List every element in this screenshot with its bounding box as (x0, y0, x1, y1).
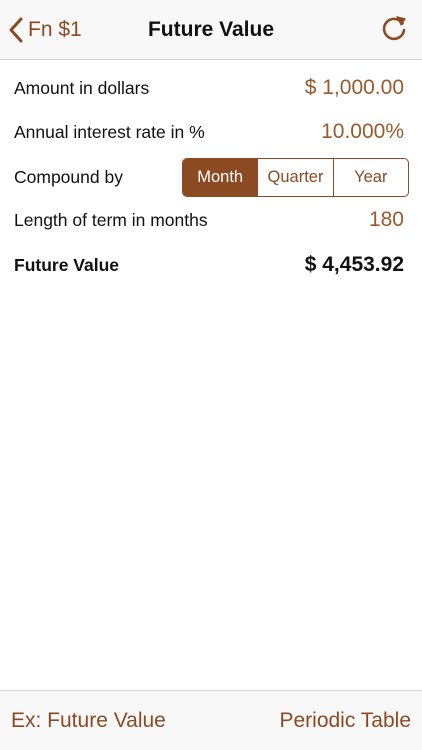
term-label: Length of term in months (14, 209, 208, 230)
chevron-left-icon (8, 17, 24, 43)
term-value[interactable]: 180 (369, 208, 404, 232)
amount-label: Amount in dollars (14, 77, 150, 98)
term-row: Length of term in months 180 (14, 202, 404, 238)
rate-row: Annual interest rate in % 10.000% (14, 114, 404, 150)
future-value-result: $ 4,453.92 (304, 253, 404, 276)
bottom-toolbar: Ex: Future Value Periodic Table (0, 690, 422, 750)
refresh-icon (380, 13, 408, 48)
compound-row: Compound by (14, 158, 123, 196)
amount-value[interactable]: $ 1,000.00 (305, 76, 404, 100)
rate-value[interactable]: 10.000% (321, 120, 404, 144)
segment-year[interactable]: Year (332, 159, 408, 196)
segment-month[interactable]: Month (183, 159, 258, 196)
amount-row: Amount in dollars $ 1,000.00 (14, 70, 404, 106)
future-value-row: Future Value $ 4,453.92 (14, 246, 404, 284)
compound-label: Compound by (14, 166, 123, 187)
segment-quarter[interactable]: Quarter (257, 159, 332, 196)
refresh-button[interactable] (376, 12, 412, 48)
rate-label: Annual interest rate in % (14, 121, 205, 142)
compound-segmented-control: Month Quarter Year (182, 158, 409, 197)
screen: Fn $1 Future Value Amount in dollars $ 1… (0, 0, 422, 750)
back-button-label: Fn $1 (28, 18, 82, 41)
example-future-value-button[interactable]: Ex: Future Value (11, 691, 166, 750)
periodic-table-button[interactable]: Periodic Table (279, 691, 411, 750)
navigation-bar: Fn $1 Future Value (0, 0, 422, 60)
future-value-label: Future Value (14, 254, 120, 275)
back-button[interactable]: Fn $1 (8, 10, 82, 50)
